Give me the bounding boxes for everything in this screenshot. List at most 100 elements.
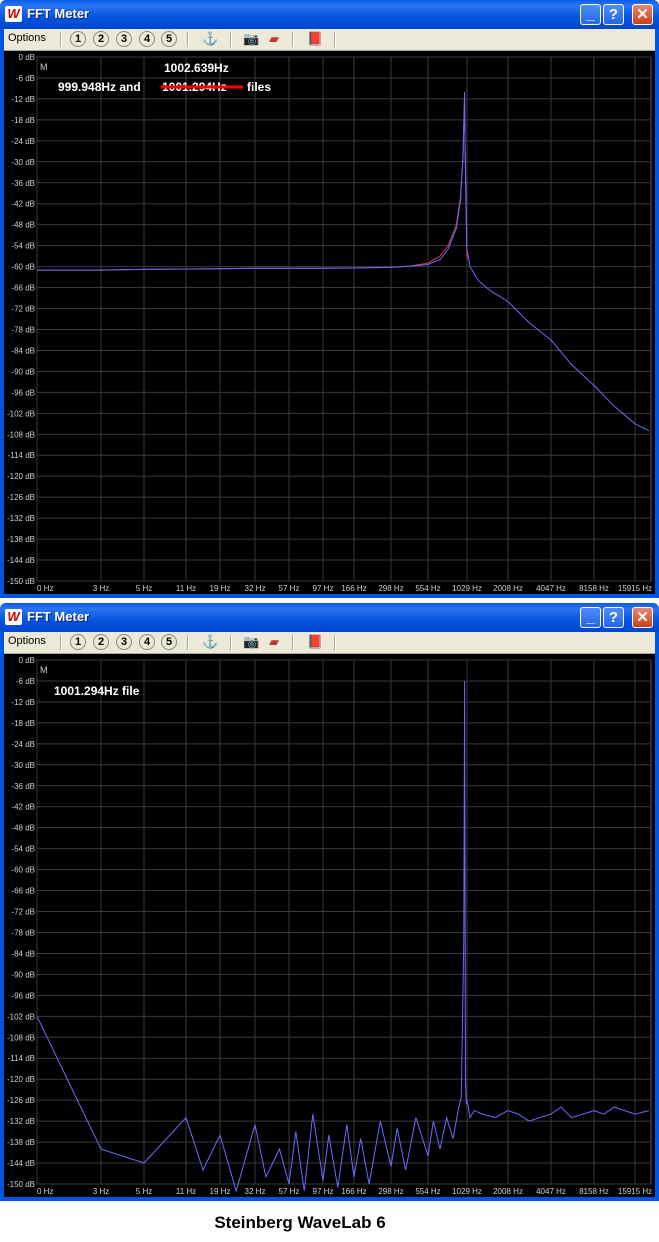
preset-button-3[interactable]: 3 xyxy=(116,634,132,650)
help-icon: ? xyxy=(608,6,619,23)
y-tick-label: -126 dB xyxy=(7,1096,35,1105)
series-line-1 xyxy=(37,91,650,432)
y-tick-label: -12 dB xyxy=(11,698,35,707)
spectrum-plot-1[interactable]: 0 dB -6 dB -12 dB -18 dB -24 dB -30 dB -36 dB -… xyxy=(4,51,655,594)
x-tick-label: 15915 Hz xyxy=(618,1187,652,1196)
annotation-text: 1001.294Hz file xyxy=(54,684,140,698)
toolbar-separator xyxy=(230,32,232,47)
preset-button-1[interactable]: 1 xyxy=(70,31,86,47)
y-tick-label: -54 dB xyxy=(11,845,35,854)
camera-icon[interactable]: 📷 xyxy=(243,31,259,47)
x-tick-label: 5 Hz xyxy=(136,1187,152,1196)
preset-button-3[interactable]: 3 xyxy=(116,31,132,47)
y-tick-label: -48 dB xyxy=(11,824,35,833)
help-button[interactable]: ? xyxy=(603,607,624,628)
y-tick-label: -90 dB xyxy=(11,970,35,979)
preset-button-2[interactable]: 2 xyxy=(93,31,109,47)
spectrum-chart-1: 0 dB -6 dB -12 dB -18 dB -24 dB -30 dB -36 dB -… xyxy=(7,53,652,593)
preset-button-1[interactable]: 1 xyxy=(70,634,86,650)
options-menu[interactable]: Options xyxy=(8,635,46,647)
fft-meter-window-1: W FFT Meter _ ? ✕ Options 1 2 3 4 5 ⚓ 📷 … xyxy=(0,0,659,598)
y-tick-label: -120 dB xyxy=(7,1075,35,1084)
x-tick-label: 57 Hz xyxy=(279,1187,300,1196)
marker-icon[interactable]: ⚓ xyxy=(202,634,218,650)
toolbar: Options 1 2 3 4 5 ⚓ 📷 ▰ 📕 xyxy=(4,29,655,51)
toolbar-separator xyxy=(187,32,189,47)
y-tick-label: -6 dB xyxy=(16,74,35,83)
y-tick-label: -42 dB xyxy=(11,803,35,812)
toolbar-separator xyxy=(292,635,294,650)
y-tick-label: -66 dB xyxy=(11,887,35,896)
y-tick-label: -108 dB xyxy=(7,430,35,439)
spectrum-chart-2: 0 dB -6 dB -12 dB -18 dB -24 dB -30 dB -36 dB -… xyxy=(7,656,652,1196)
x-tick-label: 8158 Hz xyxy=(579,584,609,593)
eraser-icon[interactable]: ▰ xyxy=(266,31,282,47)
y-tick-label: -12 dB xyxy=(11,95,35,104)
minimize-icon: _ xyxy=(586,6,595,23)
preset-button-4[interactable]: 4 xyxy=(139,31,155,47)
x-tick-label: 3 Hz xyxy=(93,1187,109,1196)
minimize-button[interactable]: _ xyxy=(580,4,601,25)
y-tick-label: -144 dB xyxy=(7,1159,35,1168)
book-icon[interactable]: 📕 xyxy=(307,634,323,650)
x-tick-label: 11 Hz xyxy=(176,584,196,593)
x-tick-label: 57 Hz xyxy=(279,584,300,593)
close-button[interactable]: ✕ xyxy=(632,607,653,628)
y-tick-label: -90 dB xyxy=(11,367,35,376)
x-tick-label: 2008 Hz xyxy=(493,584,523,593)
x-tick-label: 298 Hz xyxy=(378,584,403,593)
annotation-freq: 1002.639Hz xyxy=(164,61,229,75)
plot-frame xyxy=(36,659,652,1185)
y-tick-label: 0 dB xyxy=(19,53,35,62)
title-bar[interactable]: W FFT Meter _ ? ✕ xyxy=(0,0,659,29)
book-icon[interactable]: 📕 xyxy=(307,31,323,47)
y-tick-label: -18 dB xyxy=(11,719,35,728)
title-bar[interactable]: W FFT Meter _ ? ✕ xyxy=(0,603,659,632)
preset-button-2[interactable]: 2 xyxy=(93,634,109,650)
y-tick-label: -54 dB xyxy=(11,242,35,251)
y-tick-label: -96 dB xyxy=(11,388,35,397)
x-tick-label: 8158 Hz xyxy=(579,1187,609,1196)
y-tick-label: -132 dB xyxy=(7,1117,35,1126)
mode-label: M xyxy=(40,665,48,675)
close-icon: ✕ xyxy=(636,6,649,23)
series-line-0 xyxy=(36,680,650,1193)
x-tick-label: 1029 Hz xyxy=(452,584,482,593)
y-tick-label: -36 dB xyxy=(11,782,35,791)
y-tick-label: -150 dB xyxy=(7,1180,35,1189)
close-icon: ✕ xyxy=(636,609,649,626)
spectrum-plot-2[interactable]: 0 dB -6 dB -12 dB -18 dB -24 dB -30 dB -36 dB -… xyxy=(4,654,655,1197)
toolbar-separator xyxy=(292,32,294,47)
preset-button-5[interactable]: 5 xyxy=(161,31,177,47)
y-tick-label: -114 dB xyxy=(8,451,35,460)
mode-label: M xyxy=(40,62,48,72)
x-tick-label: 97 Hz xyxy=(313,584,334,593)
help-button[interactable]: ? xyxy=(603,4,624,25)
x-tick-label: 4047 Hz xyxy=(536,584,566,593)
y-tick-label: -108 dB xyxy=(7,1033,35,1042)
y-tick-label: -138 dB xyxy=(7,1138,35,1147)
toolbar-separator xyxy=(334,635,336,650)
options-menu[interactable]: Options xyxy=(8,32,46,44)
y-tick-label: -84 dB xyxy=(11,346,35,355)
x-tick-label: 554 Hz xyxy=(415,1187,440,1196)
y-tick-label: -120 dB xyxy=(7,472,35,481)
y-tick-label: -78 dB xyxy=(11,325,35,334)
y-tick-label: -132 dB xyxy=(7,514,35,523)
y-tick-label: -72 dB xyxy=(11,908,35,917)
window-title: FFT Meter xyxy=(27,609,90,624)
eraser-icon[interactable]: ▰ xyxy=(266,634,282,650)
x-tick-label: 32 Hz xyxy=(245,584,266,593)
y-tick-label: -126 dB xyxy=(7,493,35,502)
minimize-icon: _ xyxy=(586,609,595,626)
y-tick-label: -84 dB xyxy=(11,949,35,958)
preset-button-5[interactable]: 5 xyxy=(161,634,177,650)
preset-button-4[interactable]: 4 xyxy=(139,634,155,650)
x-tick-label: 5 Hz xyxy=(136,584,152,593)
camera-icon[interactable]: 📷 xyxy=(243,634,259,650)
y-tick-label: -150 dB xyxy=(7,577,35,586)
marker-icon[interactable]: ⚓ xyxy=(202,31,218,47)
close-button[interactable]: ✕ xyxy=(632,4,653,25)
y-tick-label: -72 dB xyxy=(11,305,35,314)
minimize-button[interactable]: _ xyxy=(580,607,601,628)
